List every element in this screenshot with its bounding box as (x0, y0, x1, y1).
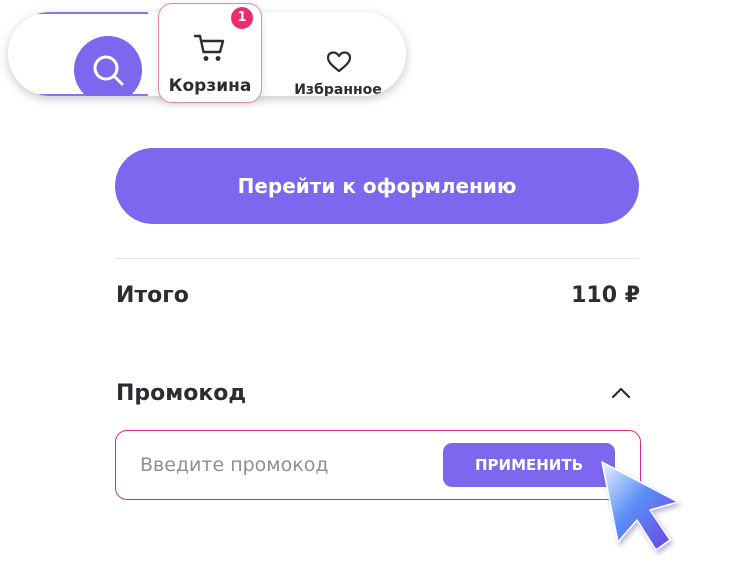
promo-section-title[interactable]: Промокод (116, 381, 246, 406)
favorites-label[interactable]: Избранное (282, 82, 394, 96)
heart-icon[interactable] (326, 50, 352, 74)
total-label: Итого (116, 283, 189, 308)
chevron-up-icon[interactable] (610, 386, 632, 400)
promo-code-field: ПРИМЕНИТЬ (115, 430, 641, 500)
checkout-button[interactable]: Перейти к оформлению (115, 148, 639, 224)
search-icon (93, 55, 124, 86)
cart-count-badge: 1 (231, 7, 253, 29)
mouse-pointer-icon (601, 461, 679, 551)
total-value: 110 ₽ (571, 283, 640, 308)
cart-icon (193, 34, 225, 61)
apply-promo-button[interactable]: ПРИМЕНИТЬ (443, 443, 615, 487)
search-button[interactable] (74, 36, 142, 96)
promo-code-input[interactable] (140, 445, 420, 485)
divider (115, 258, 639, 259)
cart-label: Корзина (168, 76, 252, 96)
